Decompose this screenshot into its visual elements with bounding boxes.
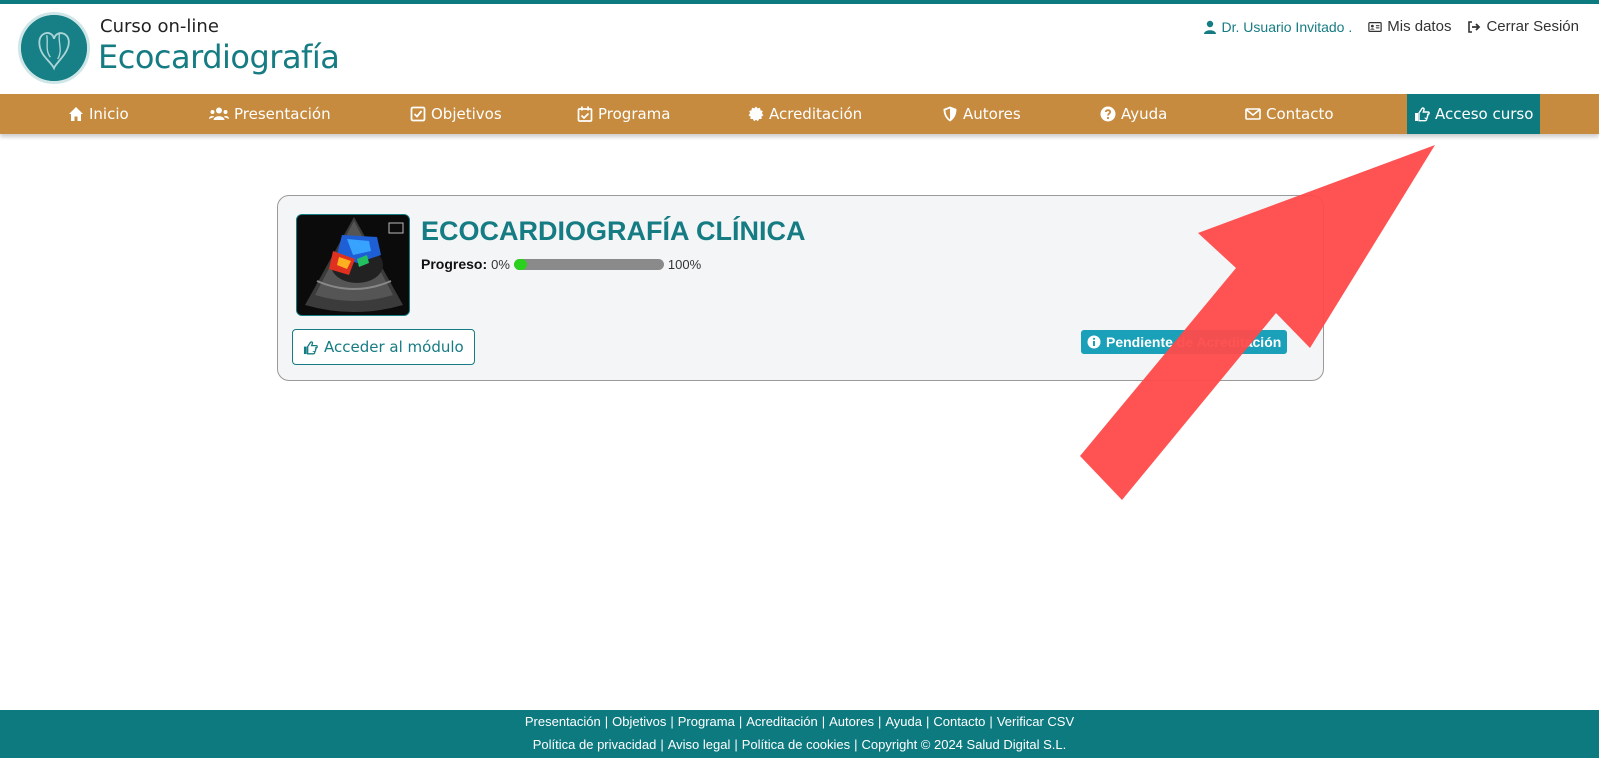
my-data-link[interactable]: Mis datos [1368, 18, 1451, 35]
progress-bar [513, 258, 664, 270]
nav-item-programa[interactable]: Programa [577, 94, 670, 134]
footer-legal-link[interactable]: Aviso legal [668, 737, 731, 752]
footer-link[interactable]: Acreditación [746, 714, 818, 729]
info-icon [1087, 335, 1101, 349]
brand-title: Ecocardiografía [98, 38, 340, 76]
access-module-button[interactable]: Acceder al módulo [292, 329, 475, 365]
footer-link[interactable]: Verificar CSV [997, 714, 1074, 729]
progress-row: Progreso: 0% 100% [421, 256, 701, 272]
footer-link[interactable]: Autores [829, 714, 874, 729]
nav-item-acceso-curso[interactable]: Acceso curso [1407, 94, 1541, 134]
home-icon [69, 107, 83, 121]
footer-link[interactable]: Contacto [933, 714, 985, 729]
footer-separator: | [854, 737, 858, 752]
nav-label: Ayuda [1121, 105, 1168, 123]
id-card-icon [1368, 21, 1382, 32]
footer-separator: | [877, 714, 882, 729]
site-logo[interactable] [18, 12, 90, 84]
envelope-icon [1245, 108, 1261, 120]
footer-separator: | [734, 737, 738, 752]
progress-max-label: 100% [667, 256, 702, 272]
status-badge-label: Pendiente de Acreditación [1106, 334, 1282, 350]
pointing-hand-icon [1415, 107, 1430, 122]
nav-label: Programa [598, 105, 671, 123]
nav-label: Autores [963, 105, 1021, 123]
footer-separator: | [821, 714, 826, 729]
main-navigation: Inicio Presentación Objetivos Programa A… [0, 94, 1599, 134]
user-name: Dr. Usuario Invitado . [1221, 18, 1353, 35]
heart-logo-icon [21, 15, 87, 81]
footer-separator: | [738, 714, 743, 729]
module-thumbnail[interactable] [296, 214, 410, 316]
nav-item-objetivos[interactable]: Objetivos [410, 94, 502, 134]
sign-out-icon [1468, 20, 1481, 33]
footer-separator: | [989, 714, 993, 729]
footer-separator: | [925, 714, 930, 729]
site-footer: Presentación | Objetivos | Programa | Acredita… [0, 710, 1599, 758]
nav-item-ayuda[interactable]: Ayuda [1100, 94, 1167, 134]
footer-separator: | [604, 714, 609, 729]
nav-item-inicio[interactable]: Inicio [68, 94, 129, 134]
footer-links-legal: Política de privacidad | Aviso legal | Polít… [0, 733, 1599, 756]
logout-label: Cerrar Sesión [1486, 18, 1579, 35]
footer-legal-link[interactable]: Copyright © 2024 Salud Digital S.L. [862, 737, 1067, 752]
progress-min-label: 0% [491, 256, 510, 272]
badge-icon [748, 106, 764, 122]
site-header: Curso on-line Ecocardiografía Dr. Usuari… [0, 4, 1599, 94]
footer-legal-link[interactable]: Política de cookies [742, 737, 850, 752]
users-icon [209, 107, 229, 120]
footer-link[interactable]: Objetivos [612, 714, 666, 729]
nav-label: Objetivos [431, 105, 502, 123]
shield-icon [943, 106, 957, 122]
user-profile-link[interactable]: Dr. Usuario Invitado . [1203, 18, 1353, 35]
footer-separator: | [670, 714, 674, 729]
checkbox-icon [410, 106, 426, 122]
nav-item-presentacion[interactable]: Presentación [209, 94, 331, 134]
module-card: ECOCARDIOGRAFÍA CLÍNICA Progreso: 0% 100… [277, 195, 1324, 381]
footer-separator: | [660, 737, 664, 752]
nav-label: Inicio [89, 105, 129, 123]
footer-link[interactable]: Presentación [525, 714, 601, 729]
nav-item-contacto[interactable]: Contacto [1245, 94, 1334, 134]
nav-label: Presentación [234, 105, 331, 123]
nav-label: Contacto [1266, 105, 1334, 123]
echocardiogram-image [297, 215, 409, 315]
status-badge: Pendiente de Acreditación [1081, 330, 1288, 354]
footer-link[interactable]: Programa [678, 714, 735, 729]
user-menu: Dr. Usuario Invitado . Mis datos Cerrar … [1203, 18, 1579, 35]
nav-label: Acceso curso [1435, 105, 1534, 123]
progress-label: Progreso: [421, 256, 488, 272]
user-icon [1203, 20, 1216, 34]
nav-item-acreditacion[interactable]: Acreditación [748, 94, 862, 134]
access-module-label: Acceder al módulo [324, 338, 464, 356]
progress-bar-fill [513, 258, 528, 270]
nav-label: Acreditación [769, 105, 863, 123]
brand-subtitle: Curso on-line [100, 16, 219, 37]
calendar-check-icon [577, 106, 593, 122]
footer-links-primary: Presentación | Objetivos | Programa | Acredita… [0, 710, 1599, 733]
footer-legal-link[interactable]: Política de privacidad [533, 737, 657, 752]
module-title: ECOCARDIOGRAFÍA CLÍNICA [421, 216, 806, 246]
help-icon [1100, 106, 1116, 122]
nav-item-autores[interactable]: Autores [942, 94, 1021, 134]
footer-link[interactable]: Ayuda [885, 714, 922, 729]
my-data-label: Mis datos [1387, 18, 1452, 35]
pointing-hand-icon [303, 340, 318, 354]
logout-link[interactable]: Cerrar Sesión [1467, 18, 1579, 35]
